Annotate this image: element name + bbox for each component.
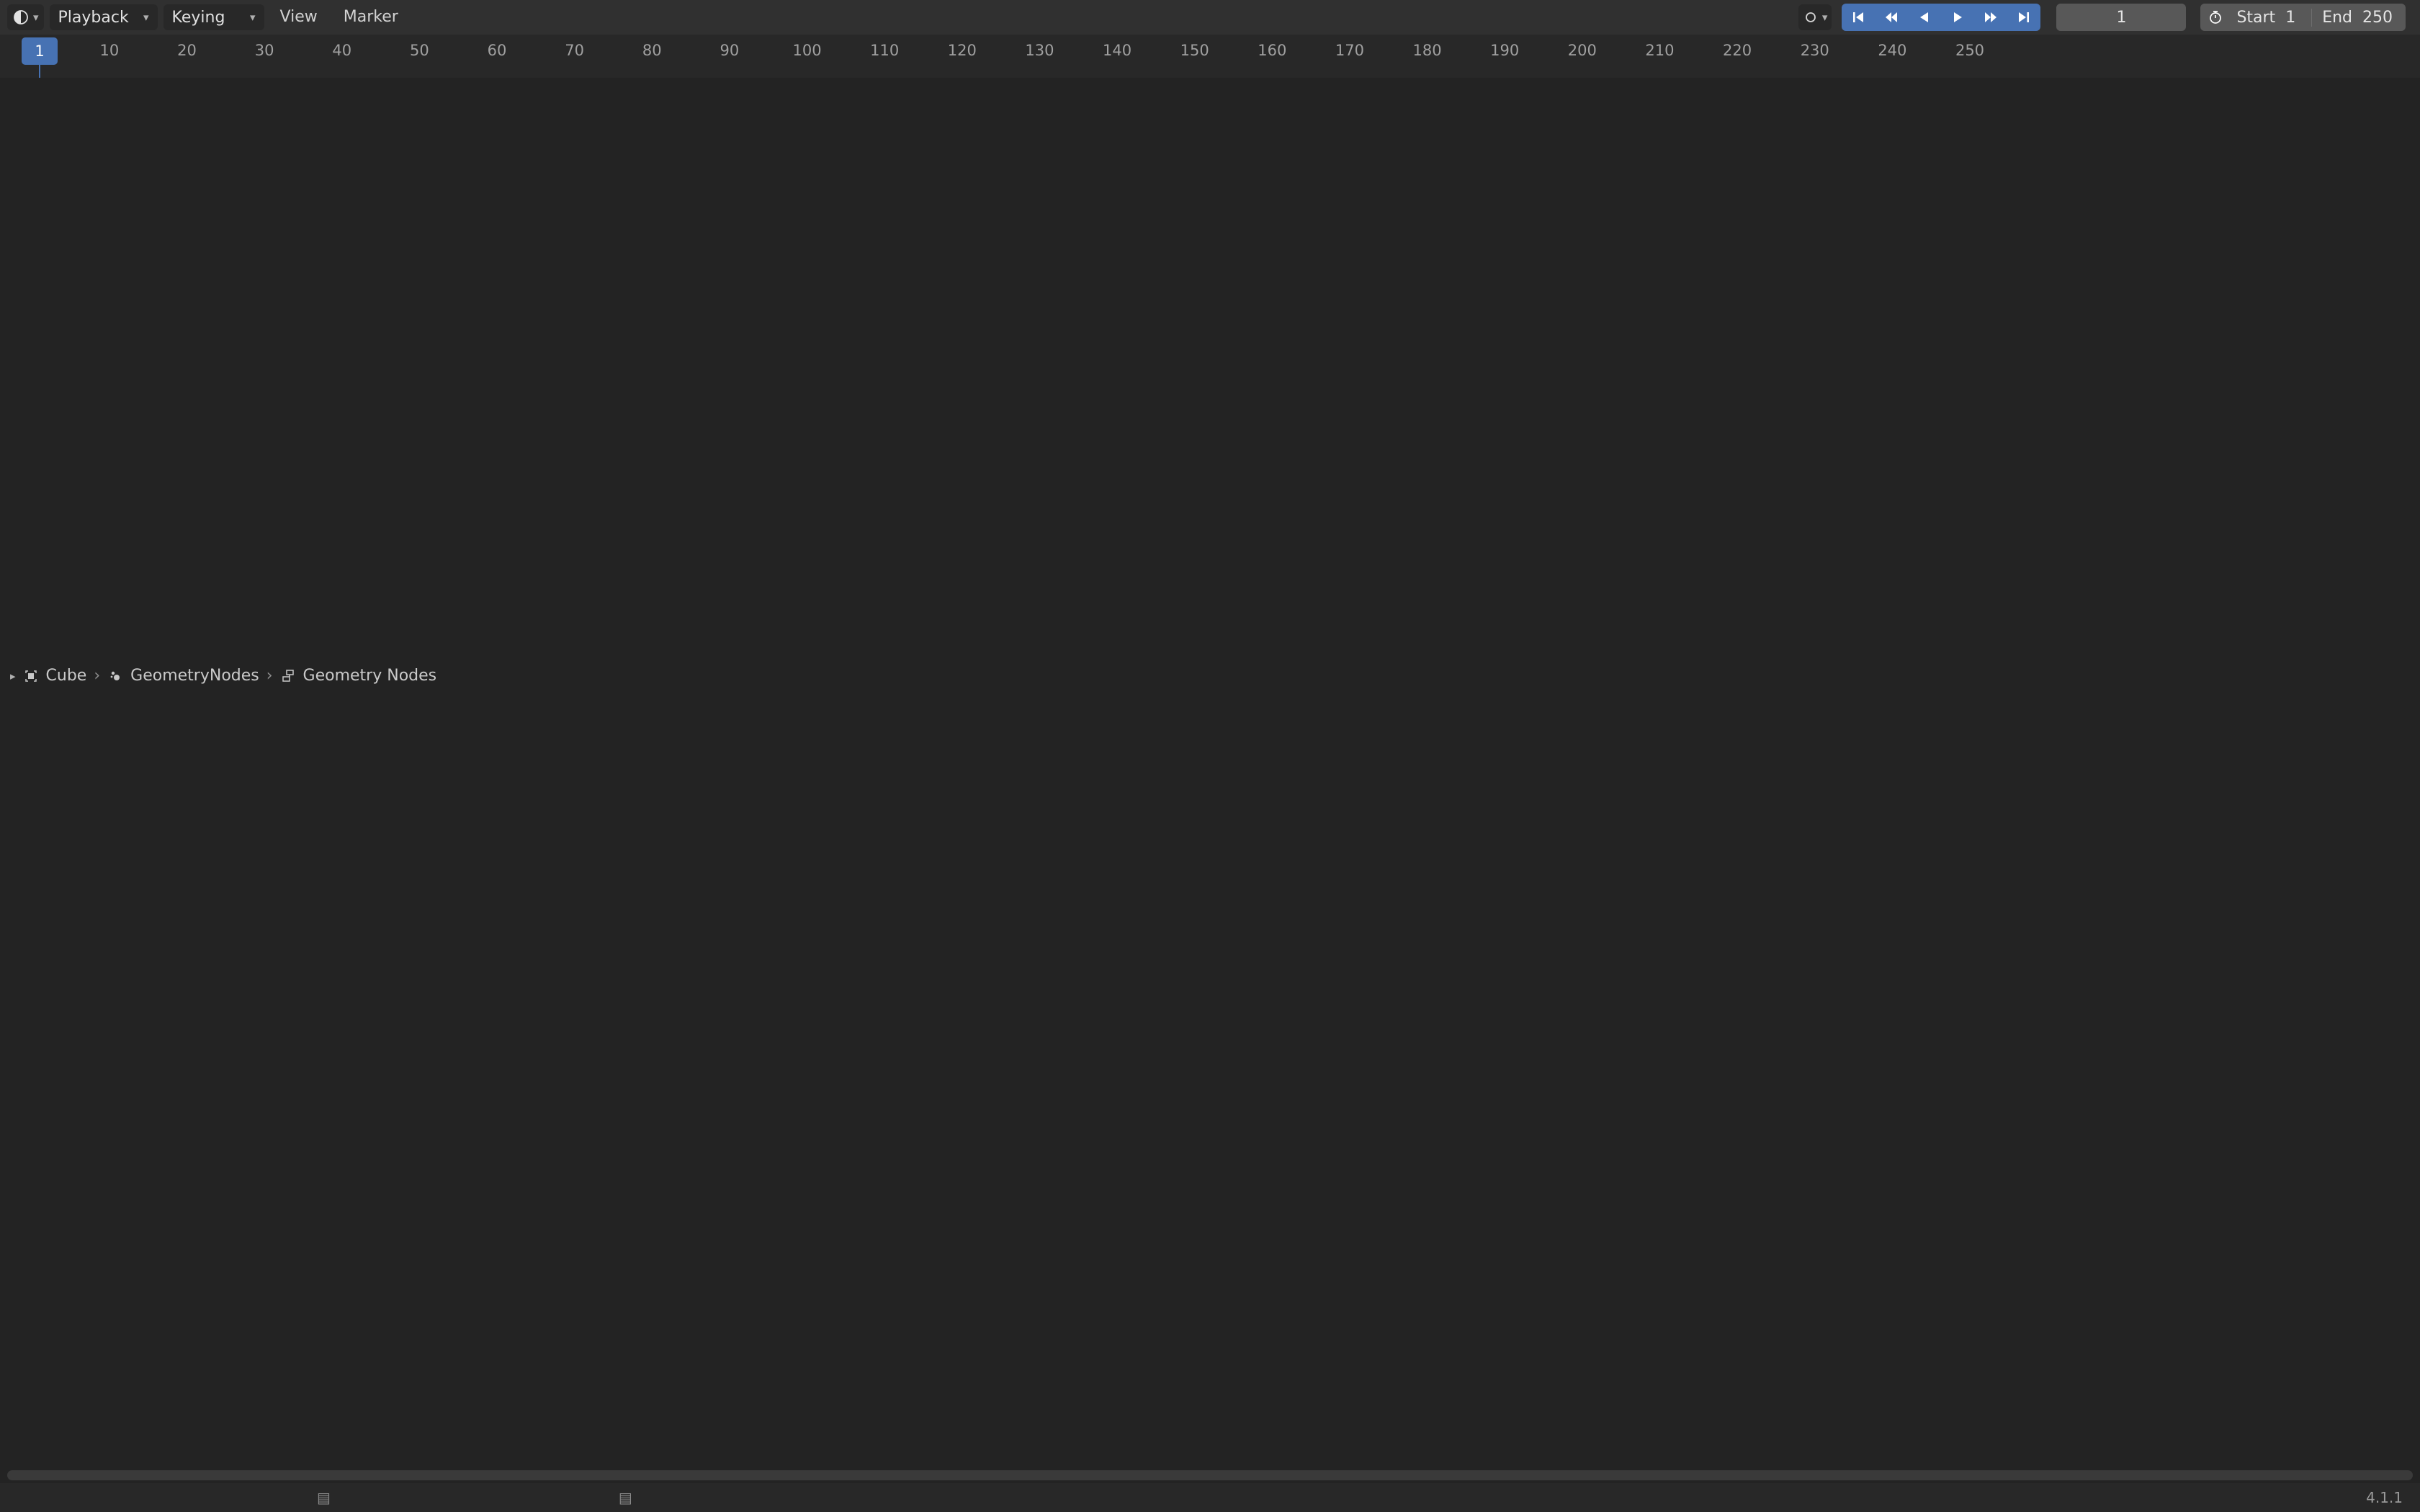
play-icon[interactable] — [1941, 4, 1974, 31]
timeline-header: ▾ Playback▾ Keying▾ View Marker ▾ — [0, 0, 2420, 35]
timeline-tick-40: 40 — [332, 42, 351, 59]
timeline-tick-240: 240 — [1878, 42, 1906, 59]
timeline-tick-130: 130 — [1025, 42, 1054, 59]
timeline-editor-icon — [12, 9, 30, 26]
prev-keyframe-icon[interactable] — [1875, 4, 1908, 31]
geometry-nodes-icon — [107, 668, 123, 684]
keying-label: Keying — [172, 9, 225, 27]
timeline-ruler[interactable]: 1102030405060708090100110120130140150160… — [0, 35, 2420, 78]
status-icon-2: ▤ — [619, 1489, 632, 1506]
timeline-tick-200: 200 — [1568, 42, 1597, 59]
playback-label: Playback — [58, 9, 129, 27]
timeline-tick-110: 110 — [870, 42, 899, 59]
playback-dropdown[interactable]: Playback▾ — [50, 4, 158, 30]
timeline-tick-20: 20 — [177, 42, 197, 59]
jump-end-icon[interactable] — [2007, 4, 2040, 31]
node-tree-icon — [280, 668, 296, 684]
timeline-scrollbar[interactable] — [7, 1470, 2413, 1480]
end-frame-value[interactable]: 250 — [2362, 9, 2406, 27]
breadcrumb-modifier[interactable]: GeometryNodes — [130, 667, 259, 685]
timeline-tick-80: 80 — [642, 42, 662, 59]
start-frame-value[interactable]: 1 — [2285, 9, 2311, 27]
next-keyframe-icon[interactable] — [1974, 4, 2007, 31]
status-bar: ▤ ▤ 4.1.1 — [0, 1483, 2420, 1512]
stopwatch-icon[interactable] — [2200, 9, 2231, 25]
timeline-tick-160: 160 — [1258, 42, 1286, 59]
timeline-tick-250: 250 — [1955, 42, 1984, 59]
start-frame-label: Start — [2231, 9, 2285, 27]
breadcrumb-object[interactable]: Cube — [46, 667, 87, 685]
transport-controls — [1842, 4, 2040, 31]
timeline-tick-50: 50 — [410, 42, 429, 59]
timeline-tick-220: 220 — [1723, 42, 1752, 59]
timeline-tick-190: 190 — [1490, 42, 1519, 59]
auto-keying-toggle[interactable]: ▾ — [1798, 4, 1832, 30]
status-icon-1: ▤ — [317, 1489, 331, 1506]
timeline-tick-210: 210 — [1645, 42, 1674, 59]
jump-start-icon[interactable] — [1842, 4, 1875, 31]
timeline-tick-180: 180 — [1413, 42, 1442, 59]
end-frame-label: End — [2311, 9, 2362, 27]
timeline-view-menu[interactable]: View — [270, 4, 328, 30]
timeline-playhead[interactable]: 1 — [22, 37, 58, 65]
breadcrumb-back-icon[interactable]: ▸ — [10, 670, 16, 683]
timeline-tick-140: 140 — [1103, 42, 1131, 59]
timeline-tick-10: 10 — [99, 42, 119, 59]
timeline-tick-150: 150 — [1180, 42, 1209, 59]
record-icon — [1803, 9, 1819, 25]
timeline-keyframe-area[interactable] — [0, 78, 2420, 1483]
node-editor-breadcrumb: ▸ Cube › GeometryNodes › Geometry Nodes — [10, 667, 436, 685]
timeline-tick-60: 60 — [488, 42, 507, 59]
object-icon — [23, 668, 39, 684]
frame-range-group: Start 1 End 250 — [2200, 4, 2406, 31]
timeline-tick-120: 120 — [948, 42, 977, 59]
timeline-tick-30: 30 — [255, 42, 274, 59]
keying-dropdown[interactable]: Keying▾ — [163, 4, 264, 30]
breadcrumb-nodetree[interactable]: Geometry Nodes — [303, 667, 437, 685]
play-reverse-icon[interactable] — [1908, 4, 1941, 31]
blender-version: 4.1.1 — [2366, 1489, 2403, 1506]
timeline-tick-70: 70 — [565, 42, 584, 59]
timeline-tick-230: 230 — [1801, 42, 1829, 59]
breadcrumb-sep-1: › — [94, 667, 100, 685]
timeline-editor-type-button[interactable]: ▾ — [7, 4, 44, 30]
timeline-marker-menu[interactable]: Marker — [333, 4, 408, 30]
breadcrumb-sep-2: › — [266, 667, 273, 685]
timeline-tick-90: 90 — [720, 42, 740, 59]
timeline-tick-100: 100 — [792, 42, 821, 59]
timeline-editor: ▾ Playback▾ Keying▾ View Marker ▾ — [0, 0, 2420, 145]
current-frame-field[interactable]: 1 — [2056, 4, 2186, 31]
timeline-tick-170: 170 — [1335, 42, 1364, 59]
